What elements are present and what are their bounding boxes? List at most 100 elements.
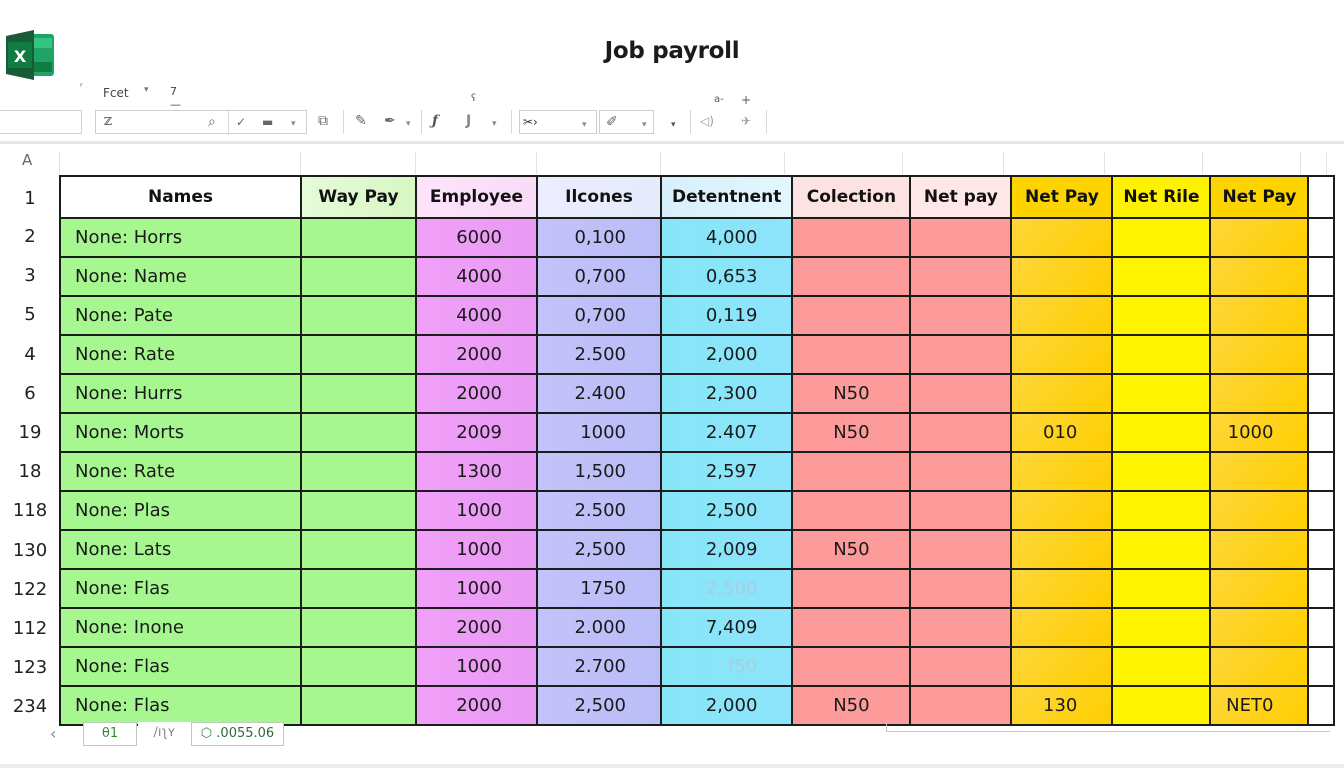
cell-net-pay-2[interactable]	[1010, 373, 1114, 414]
cell-net-pay-3[interactable]	[1209, 451, 1310, 492]
more-icon[interactable]: ▾	[671, 116, 676, 134]
column-letter[interactable]: A	[22, 151, 32, 169]
cell-net-rile[interactable]	[1111, 568, 1212, 609]
cell-name[interactable]: None: Lats	[59, 529, 302, 570]
font-name-dropdown[interactable]: Fcet	[103, 86, 129, 100]
chevron-down-icon[interactable]: ▾	[406, 115, 411, 133]
name-box[interactable]	[0, 110, 82, 134]
cell-net-pay-3[interactable]	[1209, 295, 1310, 336]
cell-employee[interactable]: 1000	[415, 646, 538, 687]
cell-deduction[interactable]: 0,119	[659, 295, 794, 336]
cell-net-pay-2[interactable]	[1010, 217, 1114, 258]
cell-deduction[interactable]: 0,653	[659, 256, 794, 297]
cell-name[interactable]: None: Flas	[59, 685, 302, 726]
cell-net-pay[interactable]	[909, 490, 1013, 531]
cell-net-pay[interactable]	[909, 217, 1013, 258]
cell-net-pay-3[interactable]: 1000	[1209, 412, 1310, 453]
cell-net-pay-2[interactable]	[1010, 529, 1114, 570]
cell-net-rile[interactable]	[1111, 646, 1212, 687]
cell-empty[interactable]	[1307, 334, 1336, 375]
cell-employee[interactable]: 2000	[415, 373, 538, 414]
cell-net-rile[interactable]	[1111, 412, 1212, 453]
cell-incomes[interactable]: 1750	[536, 568, 662, 609]
cell-empty[interactable]	[1307, 373, 1336, 414]
row-number[interactable]: 234	[0, 696, 60, 717]
cell-empty[interactable]	[1307, 451, 1336, 492]
chevron-left-icon[interactable]: ‹	[50, 724, 56, 743]
cell-deduction[interactable]: 2,000	[659, 334, 794, 375]
check-icon[interactable]: ✓	[236, 113, 246, 131]
chevron-down-icon[interactable]: ▾	[642, 116, 647, 134]
cell-empty[interactable]	[1307, 568, 1336, 609]
row-number[interactable]: 5	[0, 304, 60, 325]
cell-net-rile[interactable]	[1111, 685, 1212, 726]
sheet-tab-3[interactable]: ⬡ .0055.06	[191, 722, 284, 746]
cell-net-rile[interactable]	[1111, 451, 1212, 492]
cell-deduction[interactable]: 2,500	[659, 490, 794, 531]
cell-collection[interactable]	[791, 568, 912, 609]
cell-way-pay[interactable]	[300, 685, 417, 726]
cell-incomes[interactable]: 2,500	[536, 685, 662, 726]
cell-way-pay[interactable]	[300, 490, 417, 531]
cell-collection[interactable]	[791, 646, 912, 687]
header-net-rile[interactable]: Net Rile	[1111, 175, 1212, 219]
cell-employee[interactable]: 6000	[415, 217, 538, 258]
cell-incomes[interactable]: 2.000	[536, 607, 662, 648]
cell-empty[interactable]	[1307, 529, 1336, 570]
cell-collection[interactable]: N50	[791, 373, 912, 414]
cell-net-rile[interactable]	[1111, 490, 1212, 531]
formula-input[interactable]: ℤ	[104, 115, 112, 128]
header-net-pay[interactable]: Net pay	[909, 175, 1013, 219]
cell-way-pay[interactable]	[300, 529, 417, 570]
cell-way-pay[interactable]	[300, 607, 417, 648]
cell-empty[interactable]	[1307, 217, 1336, 258]
header-way-pay[interactable]: Way Pay	[300, 175, 417, 219]
cell-name[interactable]: None: Rate	[59, 451, 302, 492]
cell-net-pay[interactable]	[909, 607, 1013, 648]
cell-net-pay-2[interactable]	[1010, 334, 1114, 375]
cell-employee[interactable]: 1000	[415, 490, 538, 531]
row-number[interactable]: 122	[0, 579, 60, 600]
cell-empty[interactable]	[1307, 607, 1336, 648]
cell-collection[interactable]	[791, 451, 912, 492]
cell-deduction[interactable]: 2,300	[659, 373, 794, 414]
cell-incomes[interactable]: 0,700	[536, 256, 662, 297]
cell-employee[interactable]: 2000	[415, 685, 538, 726]
cell-empty[interactable]	[1307, 256, 1336, 297]
function-icon[interactable]: ƒ	[432, 112, 438, 130]
row-number[interactable]: 18	[0, 461, 60, 482]
cell-employee[interactable]: 1300	[415, 451, 538, 492]
row-number[interactable]: 112	[0, 618, 60, 639]
cell-incomes[interactable]: 2.500	[536, 334, 662, 375]
cell-net-pay[interactable]	[909, 646, 1013, 687]
cell-net-pay-3[interactable]	[1209, 646, 1310, 687]
cell-net-pay-3[interactable]	[1209, 334, 1310, 375]
paste-special-icon[interactable]: ⧉	[318, 112, 328, 130]
cell-name[interactable]: None: Inone	[59, 607, 302, 648]
cell-net-pay[interactable]	[909, 568, 1013, 609]
header-employee[interactable]: Employee	[415, 175, 538, 219]
cell-name[interactable]: None: Plas	[59, 490, 302, 531]
cell-name[interactable]: None: Pate	[59, 295, 302, 336]
cell-empty[interactable]	[1307, 295, 1336, 336]
cell-empty[interactable]	[1307, 412, 1336, 453]
zoom-out-icon[interactable]: a-	[714, 94, 724, 105]
cell-collection[interactable]	[791, 607, 912, 648]
cell-net-rile[interactable]	[1111, 334, 1212, 375]
row-number[interactable]: 4	[0, 344, 60, 365]
cell-empty[interactable]	[1307, 490, 1336, 531]
cell-employee[interactable]: 1000	[415, 568, 538, 609]
cell-net-pay[interactable]	[909, 685, 1013, 726]
cell-net-rile[interactable]	[1111, 607, 1212, 648]
cell-collection[interactable]	[791, 334, 912, 375]
header-empty[interactable]	[1307, 175, 1336, 219]
cell-deduction[interactable]: 2,500	[659, 568, 794, 609]
cell-net-rile[interactable]	[1111, 295, 1212, 336]
cell-way-pay[interactable]	[300, 568, 417, 609]
cell-way-pay[interactable]	[300, 373, 417, 414]
cell-name[interactable]: None: Morts	[59, 412, 302, 453]
cell-name[interactable]: None: Hurrs	[59, 373, 302, 414]
cell-net-pay-3[interactable]	[1209, 373, 1310, 414]
cell-employee[interactable]: 2000	[415, 334, 538, 375]
row-number[interactable]: 2	[0, 226, 60, 247]
